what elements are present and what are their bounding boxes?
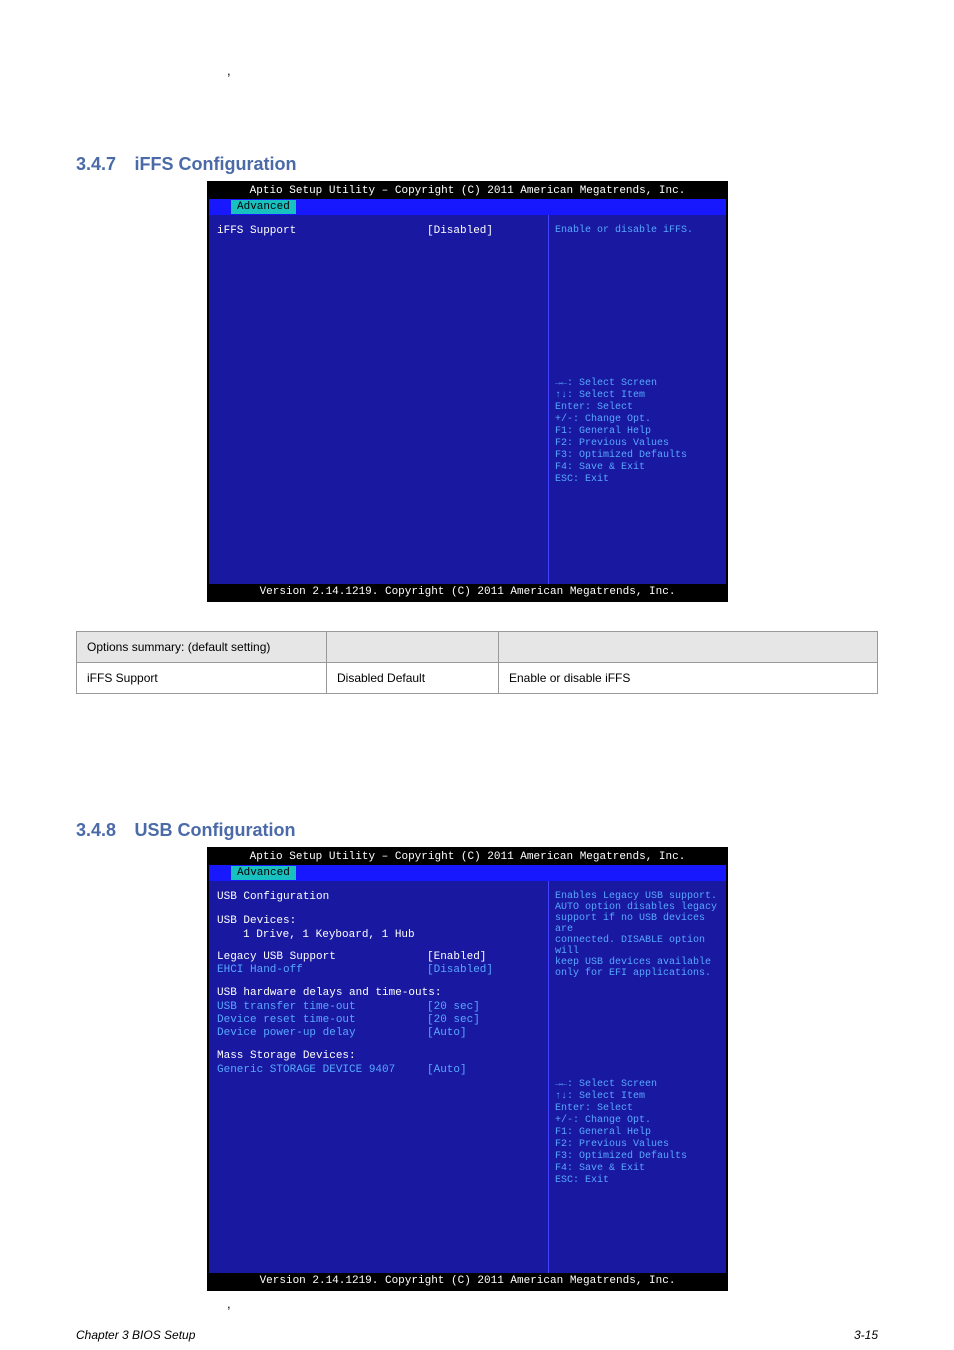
section-1-heading: 3.4.7 iFFS Configuration <box>76 154 296 175</box>
bios1-tabbar: Advanced <box>209 199 726 215</box>
help-line: +/-: Change Opt. <box>555 414 720 425</box>
table-cell: iFFS Support <box>77 663 327 694</box>
bios-screenshot-1: Aptio Setup Utility – Copyright (C) 2011… <box>207 181 728 602</box>
bios2-help-desc-line: support if no USB devices are <box>555 913 720 935</box>
decorative-comma-2: , <box>227 1296 231 1311</box>
help-line: F3: Optimized Defaults <box>555 1151 720 1162</box>
bios2-hw-delays-heading: USB hardware delays and time-outs: <box>217 987 540 999</box>
section-2-heading: 3.4.8 USB Configuration <box>76 820 295 841</box>
bios2-tabbar: Advanced <box>209 865 726 881</box>
help-line: F4: Save & Exit <box>555 462 720 473</box>
help-line: ↑↓: Select Item <box>555 390 720 401</box>
bios2-help-desc-line: Enables Legacy USB support. <box>555 891 720 902</box>
decorative-comma: , <box>227 63 231 78</box>
help-line: →←: Select Screen <box>555 378 720 389</box>
bios2-transfer-value: [20 sec] <box>427 1001 480 1013</box>
bios2-generic-storage-value: [Auto] <box>427 1064 467 1076</box>
bios2-help-desc-line: only for EFI applications. <box>555 968 720 979</box>
bios1-tab-advanced: Advanced <box>231 200 296 214</box>
bios2-legacy-usb-label: Legacy USB Support <box>217 951 427 963</box>
bios2-help-desc-line: keep USB devices available <box>555 957 720 968</box>
bios2-topbar: Aptio Setup Utility – Copyright (C) 2011… <box>209 849 726 865</box>
table-cell: Disabled Default <box>327 663 499 694</box>
help-line: Enter: Select <box>555 1103 720 1114</box>
bios2-ehci-label: EHCI Hand-off <box>217 964 427 976</box>
table-header-1: Options summary: (default setting) <box>77 632 327 663</box>
bios1-right-panel: Enable or disable iFFS. →←: Select Scree… <box>548 215 726 584</box>
bios2-reset-label: Device reset time-out <box>217 1014 427 1026</box>
bios1-iffs-label: iFFS Support <box>217 225 427 237</box>
bios2-usb-config-heading: USB Configuration <box>217 891 540 903</box>
section-1-number: 3.4.7 <box>76 154 116 174</box>
bios2-powerup-label: Device power-up delay <box>217 1027 427 1039</box>
help-line: F4: Save & Exit <box>555 1163 720 1174</box>
help-line: Enter: Select <box>555 402 720 413</box>
help-line: F2: Previous Values <box>555 438 720 449</box>
footer-chapter: Chapter 3 BIOS Setup <box>76 1328 195 1342</box>
bios2-legacy-usb-value: [Enabled] <box>427 951 486 963</box>
options-summary-table: Options summary: (default setting) iFFS … <box>76 631 878 694</box>
bios2-tab-advanced: Advanced <box>231 866 296 880</box>
bios1-bottom: Version 2.14.1219. Copyright (C) 2011 Am… <box>209 584 726 600</box>
bios2-help-desc-line: AUTO option disables legacy <box>555 902 720 913</box>
bios1-topbar: Aptio Setup Utility – Copyright (C) 2011… <box>209 183 726 199</box>
footer-page: 3-15 <box>854 1328 878 1342</box>
bios2-generic-storage-label: Generic STORAGE DEVICE 9407 <box>217 1064 427 1076</box>
bios2-help-keys: →←: Select Screen ↑↓: Select Item Enter:… <box>555 1079 720 1186</box>
bios1-help-keys: →←: Select Screen ↑↓: Select Item Enter:… <box>555 378 720 485</box>
bios1-help-description: Enable or disable iFFS. <box>555 225 720 236</box>
bios2-help-desc-line: connected. DISABLE option will <box>555 935 720 957</box>
help-line: ESC: Exit <box>555 1175 720 1186</box>
bios2-ehci-value: [Disabled] <box>427 964 493 976</box>
bios2-right-panel: Enables Legacy USB support. AUTO option … <box>548 881 726 1273</box>
help-line: ESC: Exit <box>555 474 720 485</box>
bios2-usb-devices-heading: USB Devices: <box>217 915 540 927</box>
table-header-2 <box>327 632 499 663</box>
help-line: F2: Previous Values <box>555 1139 720 1150</box>
help-line: ↑↓: Select Item <box>555 1091 720 1102</box>
help-line: F1: General Help <box>555 1127 720 1138</box>
bios2-mass-storage-heading: Mass Storage Devices: <box>217 1050 540 1062</box>
help-line: +/-: Change Opt. <box>555 1115 720 1126</box>
section-2-text: USB Configuration <box>135 820 296 840</box>
table-header-3 <box>499 632 878 663</box>
bios2-transfer-label: USB transfer time-out <box>217 1001 427 1013</box>
bios2-left-panel: USB Configuration USB Devices: 1 Drive, … <box>209 881 548 1273</box>
bios1-left-panel: iFFS Support [Disabled] <box>209 215 548 584</box>
help-line: F3: Optimized Defaults <box>555 450 720 461</box>
table-cell: Enable or disable iFFS <box>499 663 878 694</box>
help-line: F1: General Help <box>555 426 720 437</box>
bios2-powerup-value: [Auto] <box>427 1027 467 1039</box>
section-2-number: 3.4.8 <box>76 820 116 840</box>
help-line: →←: Select Screen <box>555 1079 720 1090</box>
bios2-usb-devices-list: 1 Drive, 1 Keyboard, 1 Hub <box>217 929 540 941</box>
bios2-reset-value: [20 sec] <box>427 1014 480 1026</box>
bios-screenshot-2: Aptio Setup Utility – Copyright (C) 2011… <box>207 847 728 1291</box>
bios2-bottom: Version 2.14.1219. Copyright (C) 2011 Am… <box>209 1273 726 1289</box>
section-1-text: iFFS Configuration <box>135 154 297 174</box>
bios1-iffs-value: [Disabled] <box>427 225 493 237</box>
